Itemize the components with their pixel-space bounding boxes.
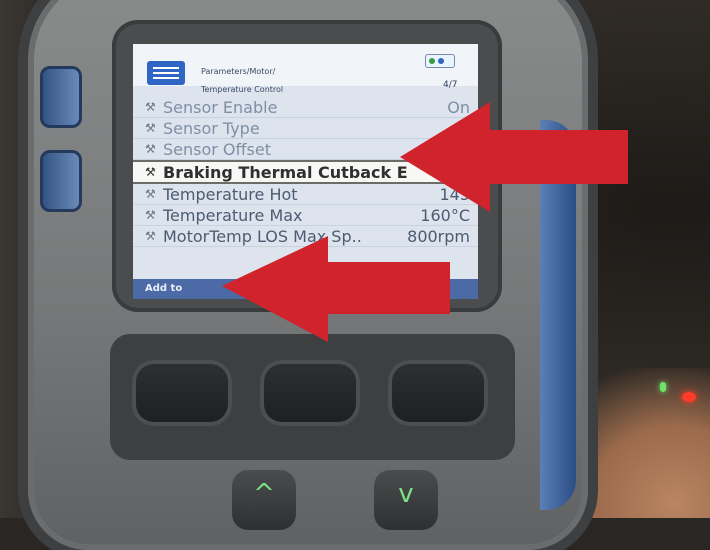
nav-down-key[interactable]: v xyxy=(374,470,438,530)
wrench-icon: ⚒ xyxy=(145,187,156,201)
soft-key-left[interactable] xyxy=(136,364,228,422)
keypad xyxy=(110,334,515,460)
list-item-label: Temperature Hot xyxy=(163,185,298,204)
arrow-left-icon xyxy=(222,236,450,342)
wrench-icon: ⚒ xyxy=(145,208,156,222)
soft-key-right[interactable] xyxy=(392,364,484,422)
side-button-upper[interactable] xyxy=(40,66,82,128)
status-icon xyxy=(425,54,455,68)
screen-header: Parameters/Motor/ Temperature Control 4/… xyxy=(133,44,478,94)
softkey-label-add-to[interactable]: Add to xyxy=(145,283,182,294)
list-item-label: Sensor Enable xyxy=(163,98,278,117)
side-button-lower[interactable] xyxy=(40,150,82,212)
menu-icon[interactable] xyxy=(147,61,185,85)
soft-key-middle[interactable] xyxy=(264,364,356,422)
breadcrumb-line-2: Temperature Control xyxy=(201,85,284,94)
breadcrumb-line-1: Parameters/Motor/ xyxy=(201,67,276,76)
wrench-icon: ⚒ xyxy=(145,229,156,243)
wrench-icon: ⚒ xyxy=(145,165,156,179)
wrench-icon: ⚒ xyxy=(145,142,156,156)
list-item-label: Sensor Offset xyxy=(163,140,271,159)
page-indicator: 4/7 xyxy=(443,80,458,90)
arrow-left-icon xyxy=(400,102,628,212)
nav-up-key[interactable]: ^ xyxy=(232,470,296,530)
list-item-label: Braking Thermal Cutback E xyxy=(163,163,408,182)
red-indicator-light xyxy=(682,392,696,402)
green-indicator-light xyxy=(660,382,666,392)
list-item-label: Temperature Max xyxy=(163,206,303,225)
wrench-icon: ⚒ xyxy=(145,121,156,135)
wrench-icon: ⚒ xyxy=(145,100,156,114)
list-item-label: Sensor Type xyxy=(163,119,260,138)
